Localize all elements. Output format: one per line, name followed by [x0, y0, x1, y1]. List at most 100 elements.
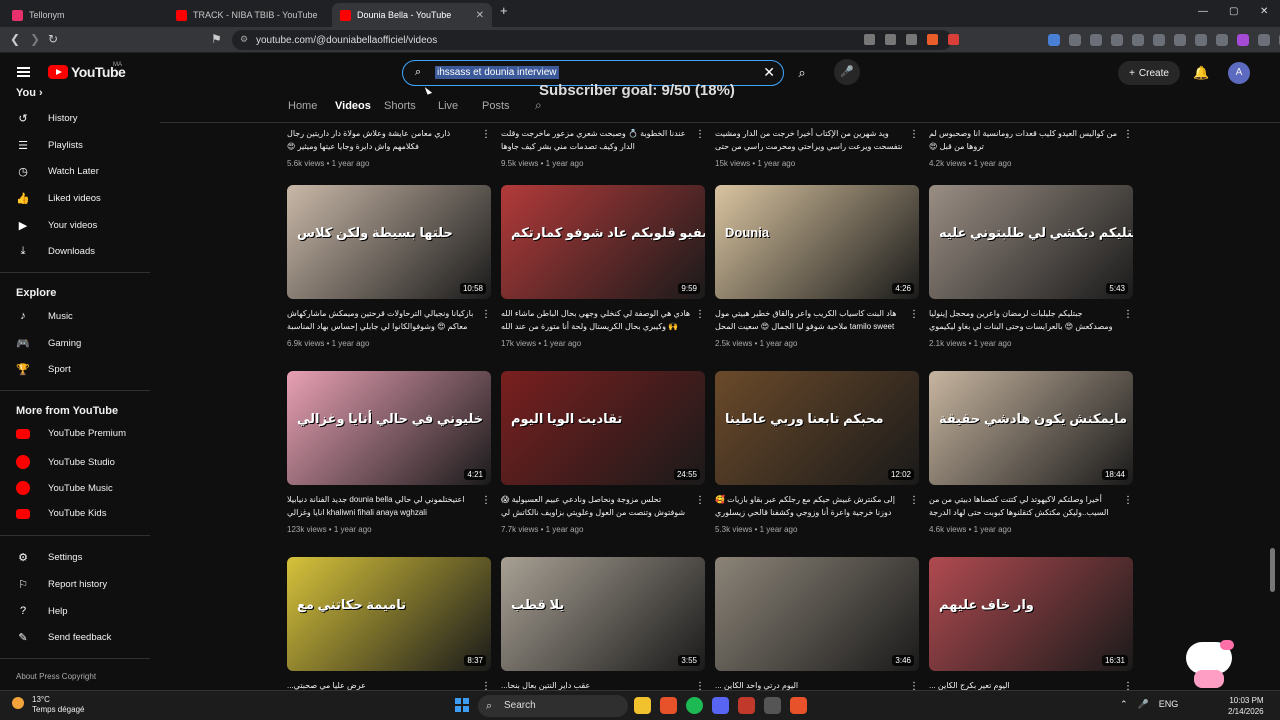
new-tab-icon[interactable]: +	[500, 3, 508, 18]
more-options-icon[interactable]: ⋮	[909, 129, 919, 140]
more-options-icon[interactable]: ⋮	[1123, 681, 1133, 690]
video-card[interactable]: من كواليس العيدو كليب قعدات رومانسية انا…	[929, 123, 1133, 180]
sidebar-item-watch-later[interactable]: ◷ Watch Later	[16, 165, 99, 178]
channel-search-icon[interactable]: ⌕	[535, 98, 542, 113]
youtube-logo[interactable]: YouTube MA	[48, 62, 126, 80]
page-scrollbar[interactable]	[1270, 548, 1275, 592]
video-thumbnail[interactable]: صفيو قلوبكم عاد شوفو كمارتكم 9:59	[501, 185, 705, 299]
video-card[interactable]: حلتها بسيطة ولكن كلاس 10:58 بازكيانا ونجيا…	[287, 185, 491, 360]
notifications-bell-icon[interactable]: 🔔	[1193, 65, 1209, 81]
avatar[interactable]: A	[1228, 62, 1250, 84]
sidebar-item-downloads[interactable]: ⤓ Downloads	[16, 245, 95, 258]
video-card[interactable]: محبكم تابعنا وربي عاطينا 12:02 إلى مكنترش …	[715, 371, 919, 546]
sidebar-item-youtube-premium[interactable]: YouTube Premium	[16, 428, 126, 439]
sidebar-item-report-history[interactable]: ⚐ Report history	[16, 578, 107, 591]
close-window-icon[interactable]: ✕	[1260, 6, 1268, 17]
more-options-icon[interactable]: ⋮	[695, 129, 705, 140]
more-options-icon[interactable]: ⋮	[481, 309, 491, 320]
more-options-icon[interactable]: ⋮	[909, 309, 919, 320]
sidebar-item-liked[interactable]: 👍 Liked videos	[16, 192, 101, 205]
video-thumbnail[interactable]: 3:46	[715, 557, 919, 671]
taskbar-search[interactable]: ⌕ Search	[478, 695, 628, 717]
sidebar-item-youtube-studio[interactable]: YouTube Studio	[16, 455, 115, 469]
create-button[interactable]: + Create	[1118, 61, 1180, 85]
url-field[interactable]: ⚙ youtube.com/@douniabellaofficiel/video…	[232, 30, 952, 50]
microphone-icon[interactable]: 🎤	[1138, 699, 1149, 710]
video-card[interactable]: يلا قطب 3:55 عقب داير النتين بعال بنحا... ⋮	[501, 557, 705, 690]
language-indicator[interactable]: ENG	[1159, 699, 1179, 710]
extension-icon[interactable]	[1195, 34, 1207, 46]
video-title[interactable]: جبتليكم جليلبات لرمضان واعرين ومحجل إينو…	[929, 307, 1119, 333]
more-options-icon[interactable]: ⋮	[695, 309, 705, 320]
video-title[interactable]: ذاري معامن عايشة وعلاش مولاة دار داريتين…	[287, 127, 477, 153]
brave-icon[interactable]	[660, 697, 677, 714]
video-title[interactable]: اليوم تعير بكرج الكاين ...	[929, 679, 1119, 690]
discord-icon[interactable]	[712, 697, 729, 714]
more-options-icon[interactable]: ⋮	[481, 681, 491, 690]
forward-icon[interactable]: ❯	[30, 32, 40, 46]
video-title[interactable]: هاد البنت كاسياب الكريب واعر والقاق خطير…	[715, 307, 905, 333]
menu-icon[interactable]	[1258, 34, 1270, 46]
app-icon[interactable]	[738, 697, 755, 714]
voice-search-icon[interactable]: 🎤	[834, 59, 860, 85]
site-info-icon[interactable]: ⚙	[240, 34, 248, 45]
app-icon[interactable]	[764, 697, 781, 714]
tray-chevron-icon[interactable]: ⌃	[1120, 699, 1128, 710]
video-card[interactable]: مايمكنش يكون هادشي حقيقة 18:44 أخيرا وصلتك…	[929, 371, 1133, 546]
video-card[interactable]: جبتليكم ديكشي لي طلبتوني عليه 5:43 جبتليكم…	[929, 185, 1133, 360]
sidebar-item-playlists[interactable]: ☰ Playlists	[16, 139, 83, 152]
tab-home[interactable]: Home	[288, 100, 317, 112]
bookmark-icon[interactable]: ⚑	[211, 32, 222, 46]
video-thumbnail[interactable]: مايمكنش يكون هادشي حقيقة 18:44	[929, 371, 1133, 485]
sidebar-item-music[interactable]: ♪ Music	[16, 310, 73, 322]
wallet-icon[interactable]	[1174, 34, 1186, 46]
close-tab-icon[interactable]: ✕	[476, 10, 484, 21]
extension-icon[interactable]	[1132, 34, 1144, 46]
video-thumbnail[interactable]: تقاديت الويا اليوم 24:55	[501, 371, 705, 485]
clear-search-icon[interactable]: ✕	[763, 64, 775, 81]
sidebar-item-history[interactable]: ↺ History	[16, 112, 77, 125]
reload-icon[interactable]: ↻	[48, 32, 58, 46]
zoom-icon[interactable]	[906, 34, 917, 45]
video-thumbnail[interactable]: Dounia 4:26	[715, 185, 919, 299]
tab-posts[interactable]: Posts	[482, 100, 510, 112]
brave-shield-icon[interactable]	[927, 34, 938, 45]
video-card[interactable]: صفيو قلوبكم عاد شوفو كمارتكم 9:59 هادي هي …	[501, 185, 705, 360]
weather-widget[interactable]: 13°C Temps dégagé	[12, 695, 84, 715]
back-icon[interactable]: ❮	[10, 32, 20, 46]
video-card[interactable]: خليوني في حالي أنايا وغزالي 4:21 اعتيختلمو…	[287, 371, 491, 546]
extension-icon[interactable]	[1216, 34, 1228, 46]
more-options-icon[interactable]: ⋮	[1123, 495, 1133, 506]
extension-icon[interactable]	[1090, 34, 1102, 46]
brave-active-icon[interactable]	[790, 697, 807, 714]
sidebar-item-gaming[interactable]: 🎮 Gaming	[16, 337, 81, 350]
video-thumbnail[interactable]: وار خاف عليهم 16:31	[929, 557, 1133, 671]
hamburger-menu-icon[interactable]	[17, 67, 30, 77]
more-options-icon[interactable]: ⋮	[909, 681, 919, 690]
video-title[interactable]: تحلس مزوجة ونحاصل ونادعي عبيم العسيولية …	[501, 493, 691, 519]
video-card[interactable]: Dounia 4:26 هاد البنت كاسياب الكريب واعر و…	[715, 185, 919, 360]
video-title[interactable]: عقب داير النتين بعال بنحا...	[501, 679, 691, 690]
video-card[interactable]: وار خاف عليهم 16:31 اليوم تعير بكرج الكاين…	[929, 557, 1133, 690]
sidebar-item-youtube-music[interactable]: YouTube Music	[16, 481, 113, 495]
browser-tab-tellonym[interactable]: Tellonym	[4, 3, 164, 27]
video-card[interactable]: 3:46 اليوم درتي واحد الكاين ... ⋮	[715, 557, 919, 690]
video-title[interactable]: بازكيانا ونجيالي الترحاولات قرحتين وميمك…	[287, 307, 477, 333]
video-thumbnail[interactable]: يلا قطب 3:55	[501, 557, 705, 671]
spotify-icon[interactable]	[686, 697, 703, 714]
footer-links[interactable]: About Press Copyright	[16, 672, 96, 681]
video-card[interactable]: ويد شهرين من الإكتاب أخيرا خرجت من الدار…	[715, 123, 919, 180]
video-card[interactable]: تاميمة حكاتني مع 8:37 عرض عليا مي صحبتي...…	[287, 557, 491, 690]
video-title[interactable]: أخيرا وصلتكم لاكيهوتد لي كتتت كتصناها دب…	[929, 493, 1119, 519]
extension-icon[interactable]	[1069, 34, 1081, 46]
search-button[interactable]: ⌕	[786, 60, 818, 86]
video-title[interactable]: من كواليس العيدو كليب قعدات رومانسية انا…	[929, 127, 1119, 153]
tab-videos[interactable]: Videos	[335, 100, 371, 112]
video-title[interactable]: عندنا الخطوبة 💍 وصبحت شعري مزعور ماخرجت …	[501, 127, 691, 153]
windows-start-icon[interactable]	[455, 698, 469, 712]
brave-rewards-icon[interactable]	[948, 34, 959, 45]
video-card[interactable]: تقاديت الويا اليوم 24:55 تحلس مزوجة ونحاصل…	[501, 371, 705, 546]
more-options-icon[interactable]: ⋮	[1123, 309, 1133, 320]
minimize-icon[interactable]: —	[1198, 6, 1208, 17]
video-card[interactable]: ذاري معامن عايشة وعلاش مولاة دار داريتين…	[287, 123, 491, 180]
